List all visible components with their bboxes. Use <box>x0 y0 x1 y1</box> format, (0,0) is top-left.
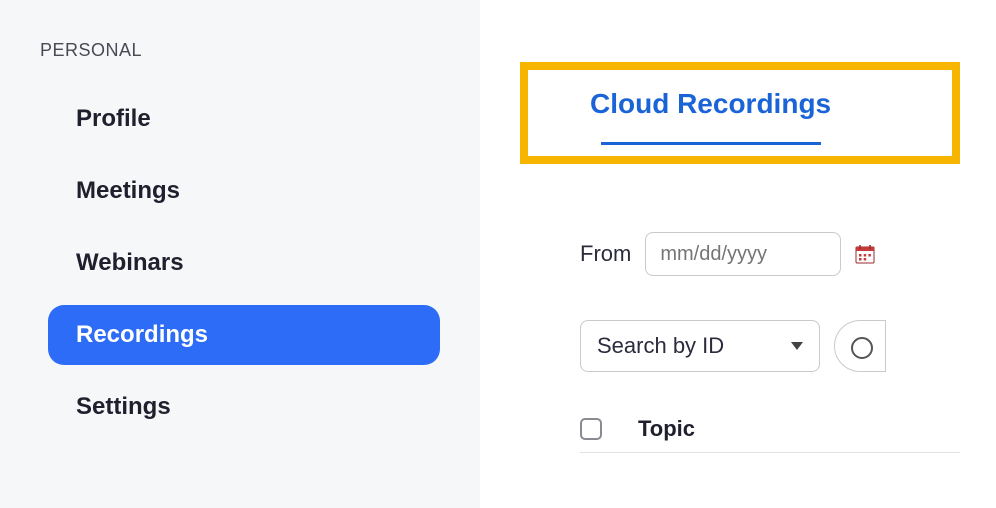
select-all-checkbox[interactable] <box>580 418 602 440</box>
dropdown-selected-label: Search by ID <box>597 333 724 359</box>
sidebar-section-label: PERSONAL <box>40 40 440 61</box>
main-content: Cloud Recordings From <box>480 0 996 508</box>
sidebar-item-label: Recordings <box>76 321 208 349</box>
tab-title: Cloud Recordings <box>590 88 831 120</box>
search-by-row: Search by ID <box>580 320 886 372</box>
sidebar-item-meetings[interactable]: Meetings <box>48 161 440 221</box>
calendar-icon[interactable] <box>855 244 875 264</box>
tab-cloud-recordings[interactable]: Cloud Recordings <box>590 88 831 145</box>
tab-underline <box>601 142 821 145</box>
sidebar-item-profile[interactable]: Profile <box>48 89 440 149</box>
sidebar-item-recordings[interactable]: Recordings <box>48 305 440 365</box>
recording-list-header: Topic <box>580 416 960 453</box>
sidebar-item-label: Meetings <box>76 177 180 205</box>
sidebar-item-label: Settings <box>76 393 171 421</box>
date-filter-row: From <box>580 232 875 276</box>
search-by-dropdown[interactable]: Search by ID <box>580 320 820 372</box>
sidebar: PERSONAL Profile Meetings Webinars Recor… <box>0 0 480 508</box>
sidebar-nav-list: Profile Meetings Webinars Recordings Set… <box>40 89 440 437</box>
chevron-down-icon <box>791 342 803 350</box>
search-input-partial[interactable] <box>834 320 886 372</box>
sidebar-item-settings[interactable]: Settings <box>48 377 440 437</box>
column-topic-header: Topic <box>638 416 695 442</box>
from-date-input[interactable] <box>645 232 841 276</box>
sidebar-item-webinars[interactable]: Webinars <box>48 233 440 293</box>
sidebar-item-label: Webinars <box>76 249 184 277</box>
from-label: From <box>580 241 631 267</box>
sidebar-item-label: Profile <box>76 105 151 133</box>
